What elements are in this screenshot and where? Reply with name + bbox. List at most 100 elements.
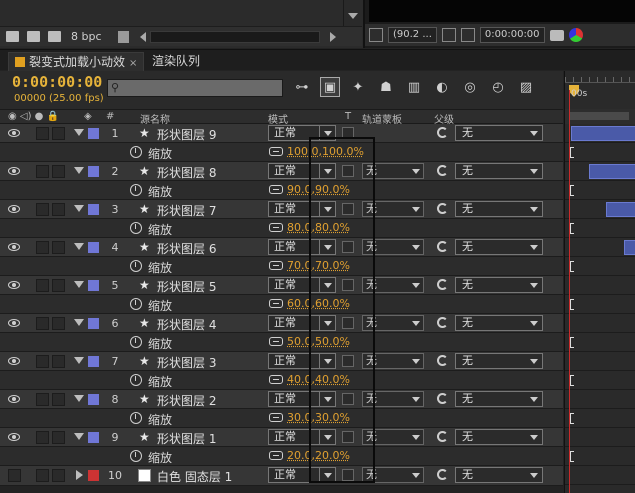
constrain-proportions-icon[interactable] [269, 413, 283, 422]
current-time[interactable]: 0:00:00:00 [12, 73, 102, 91]
stopwatch-icon[interactable] [130, 450, 142, 462]
scale-value[interactable]: 40.0,40.0% [287, 373, 350, 386]
track-matte-dropdown[interactable]: 无 [362, 163, 424, 179]
label-color[interactable] [88, 356, 99, 367]
keyframe-icon[interactable] [570, 299, 574, 310]
layer-row[interactable]: 4 ★ 形状图层 6 正常 无 无 [0, 238, 563, 257]
solo-switch[interactable] [36, 469, 49, 482]
label-color[interactable] [88, 242, 99, 253]
channel-icon[interactable] [569, 28, 583, 42]
pickwhip-icon[interactable] [437, 203, 448, 214]
layer-row-solid[interactable]: 10 白色 固态层 1 正常 无 无 [0, 466, 563, 486]
constrain-proportions-icon[interactable] [269, 375, 283, 384]
tab-render-queue[interactable]: 渲染队列 [146, 52, 206, 71]
work-area-bar[interactable] [564, 109, 635, 124]
property-row[interactable]: 缩放 70.0,70.0% [0, 257, 563, 276]
pickwhip-icon[interactable] [437, 165, 448, 176]
twirl-down-icon[interactable] [74, 319, 84, 326]
constrain-proportions-icon[interactable] [269, 337, 283, 346]
layer-row[interactable]: 1 ★ 形状图层 9 正常 无 [0, 124, 563, 143]
eye-icon[interactable] [8, 167, 20, 175]
chevron-down-icon[interactable] [409, 240, 423, 254]
eye-icon[interactable] [8, 357, 20, 365]
mode-dropdown[interactable]: 正常 [268, 125, 336, 141]
time-ruler[interactable]: 00s [564, 71, 635, 109]
hide-shy-layers-icon[interactable]: ☗ [376, 77, 396, 97]
lock-switch[interactable] [52, 165, 65, 178]
stopwatch-icon[interactable] [130, 222, 142, 234]
preserve-transparency-checkbox[interactable] [342, 203, 354, 215]
stopwatch-icon[interactable] [130, 298, 142, 310]
keyframe-icon[interactable] [570, 223, 574, 234]
layer-row[interactable]: 8 ★ 形状图层 2 正常 无 无 [0, 390, 563, 409]
composition-mini-flowchart-icon[interactable]: ⊶ [292, 77, 312, 97]
keyframe-icon[interactable] [570, 337, 574, 348]
eye-icon[interactable] [8, 395, 20, 403]
layer-row[interactable]: 6 ★ 形状图层 4 正常 无 无 [0, 314, 563, 333]
project-scrollbar[interactable] [343, 0, 360, 26]
preserve-transparency-checkbox[interactable] [342, 355, 354, 367]
preserve-transparency-checkbox[interactable] [342, 279, 354, 291]
lock-switch[interactable] [52, 431, 65, 444]
new-folder-icon[interactable] [27, 31, 40, 42]
parent-dropdown[interactable]: 无 [455, 277, 543, 293]
preserve-transparency-checkbox[interactable] [342, 431, 354, 443]
chevron-down-icon[interactable] [409, 164, 423, 178]
eye-icon[interactable] [8, 129, 20, 137]
stopwatch-icon[interactable] [130, 184, 142, 196]
lock-switch[interactable] [52, 393, 65, 406]
label-color[interactable] [88, 394, 99, 405]
scale-value[interactable]: 50.0,50.0% [287, 335, 350, 348]
label-color[interactable] [88, 204, 99, 215]
parent-dropdown[interactable]: 无 [455, 467, 543, 483]
snapshot-icon[interactable] [550, 30, 564, 41]
parent-dropdown[interactable]: 无 [455, 239, 543, 255]
property-row[interactable]: 缩放 80.0,80.0% [0, 219, 563, 238]
label-color[interactable] [88, 432, 99, 443]
twirl-down-icon[interactable] [74, 433, 84, 440]
keyframe-icon[interactable] [570, 185, 574, 196]
pickwhip-icon[interactable] [437, 279, 448, 290]
parent-dropdown[interactable]: 无 [455, 353, 543, 369]
preserve-transparency-checkbox[interactable] [342, 393, 354, 405]
tab-composition[interactable]: 裂变式加载小动效 × [8, 52, 144, 71]
label-color[interactable] [88, 318, 99, 329]
layer-name[interactable]: 形状图层 2 [157, 392, 216, 409]
pickwhip-icon[interactable] [437, 431, 448, 442]
track-matte-dropdown[interactable]: 无 [362, 239, 424, 255]
live-update-icon[interactable]: ▣ [320, 77, 340, 97]
lock-switch[interactable] [52, 317, 65, 330]
stopwatch-icon[interactable] [130, 374, 142, 386]
stopwatch-icon[interactable] [130, 260, 142, 272]
mode-dropdown[interactable]: 正常 [268, 429, 336, 445]
preserve-transparency-checkbox[interactable] [342, 165, 354, 177]
lock-switch[interactable] [52, 241, 65, 254]
twirl-down-icon[interactable] [74, 167, 84, 174]
preserve-transparency-checkbox[interactable] [342, 127, 354, 139]
eye-icon[interactable] [8, 319, 20, 327]
layer-name[interactable]: 形状图层 1 [157, 430, 216, 447]
scroll-left-icon[interactable] [140, 32, 146, 42]
chevron-down-icon[interactable] [409, 316, 423, 330]
frame-blending-icon[interactable]: ▥ [404, 77, 424, 97]
constrain-proportions-icon[interactable] [269, 223, 283, 232]
chevron-down-icon[interactable] [526, 430, 542, 444]
layer-name[interactable]: 形状图层 6 [157, 240, 216, 257]
preserve-transparency-checkbox[interactable] [342, 317, 354, 329]
keyframe-icon[interactable] [570, 147, 574, 158]
parent-dropdown[interactable]: 无 [455, 201, 543, 217]
brainstorm-icon[interactable]: ▨ [516, 77, 536, 97]
chevron-down-icon[interactable] [526, 392, 542, 406]
solo-switch[interactable] [36, 279, 49, 292]
layer-duration-bar[interactable] [571, 126, 635, 141]
keyframe-icon[interactable] [570, 261, 574, 272]
lock-switch[interactable] [52, 203, 65, 216]
mode-dropdown[interactable]: 正常 [268, 315, 336, 331]
layer-name[interactable]: 形状图层 3 [157, 354, 216, 371]
bpc-button[interactable]: 8 bpc [71, 30, 102, 43]
chevron-down-icon[interactable] [319, 126, 335, 140]
grid-icon[interactable] [442, 28, 456, 42]
new-composition-icon[interactable] [48, 31, 61, 42]
pickwhip-icon[interactable] [437, 317, 448, 328]
solo-switch[interactable] [36, 165, 49, 178]
